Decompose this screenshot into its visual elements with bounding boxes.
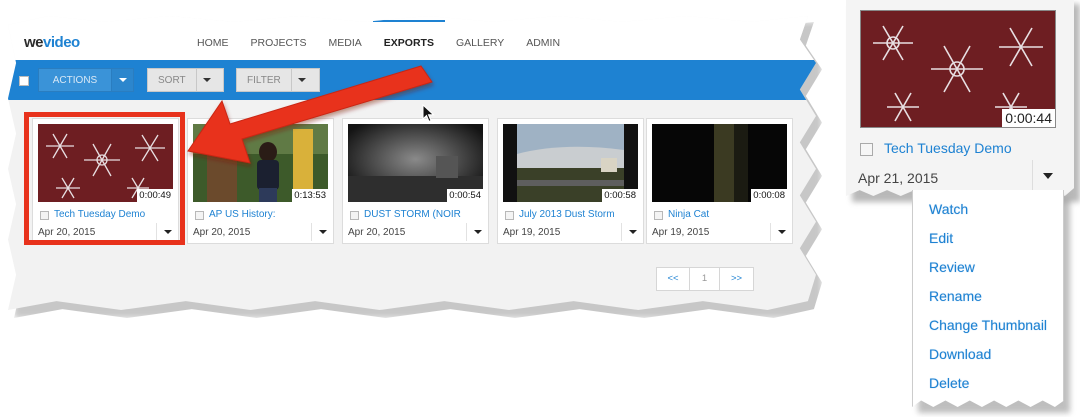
video-date: Apr 19, 2015: [503, 227, 561, 238]
video-menu-caret-icon[interactable]: [311, 223, 333, 241]
video-title[interactable]: July 2013 Dust Storm: [519, 209, 615, 220]
sort-caret-icon[interactable]: [195, 69, 218, 91]
zoomed-video-card: 0:00:44 Tech Tuesday Demo Apr 21, 2015: [846, 0, 1074, 196]
menu-item-review[interactable]: Review: [929, 258, 1047, 287]
video-menu-caret-icon[interactable]: [466, 223, 488, 241]
zoomed-video-title[interactable]: Tech Tuesday Demo: [884, 140, 1012, 156]
video-duration: 0:00:08: [751, 189, 787, 202]
filter-caret-icon[interactable]: [290, 69, 313, 91]
video-thumbnail[interactable]: 0:13:53: [193, 124, 328, 202]
nav-media[interactable]: MEDIA: [318, 16, 373, 60]
wevideo-logo[interactable]: wevideo: [24, 34, 80, 51]
pagination-prev[interactable]: <<: [657, 268, 690, 290]
video-thumbnail[interactable]: 0:00:54: [348, 124, 483, 202]
mouse-pointer-icon: [422, 104, 435, 123]
pagination-next[interactable]: >>: [720, 268, 753, 290]
video-date: Apr 20, 2015: [193, 227, 251, 238]
nav-projects[interactable]: PROJECTS: [240, 16, 318, 60]
app-header: wevideo HOME PROJECTS MEDIA EXPORTS GALL…: [8, 16, 816, 60]
sort-label: SORT: [158, 74, 186, 86]
video-card: 0:00:54 DUST STORM (NOIR Apr 20, 2015: [342, 118, 489, 244]
zoomed-video-thumbnail[interactable]: 0:00:44: [860, 10, 1056, 128]
video-thumbnail[interactable]: 0:00:58: [503, 124, 638, 202]
menu-item-change-thumbnail[interactable]: Change Thumbnail: [929, 316, 1047, 345]
video-menu-caret-icon[interactable]: [770, 223, 792, 241]
video-duration: 0:13:53: [292, 189, 328, 202]
video-title[interactable]: Ninja Cat: [668, 209, 709, 220]
actions-label: ACTIONS: [52, 74, 98, 86]
filter-button[interactable]: FILTER: [236, 68, 320, 92]
video-checkbox[interactable]: [195, 211, 204, 220]
nav-admin[interactable]: ADMIN: [515, 16, 571, 60]
video-title[interactable]: DUST STORM (NOIR: [364, 209, 461, 220]
main-nav: HOME PROJECTS MEDIA EXPORTS GALLERY ADMI…: [186, 16, 571, 60]
video-checkbox[interactable]: [505, 211, 514, 220]
video-title[interactable]: AP US History:: [209, 209, 276, 220]
sort-button[interactable]: SORT: [147, 68, 224, 92]
video-options-dropdown: Watch Edit Review Rename Change Thumbnai…: [912, 190, 1064, 407]
nav-home[interactable]: HOME: [186, 16, 240, 60]
filter-label: FILTER: [247, 74, 281, 86]
video-card: 0:00:58 July 2013 Dust Storm Apr 19, 201…: [497, 118, 644, 244]
video-thumbnail[interactable]: 0:00:08: [652, 124, 787, 202]
actions-button[interactable]: ACTIONS: [38, 68, 134, 92]
zoomed-menu-caret-icon[interactable]: [1032, 160, 1062, 192]
video-date: Apr 19, 2015: [652, 227, 710, 238]
video-checkbox[interactable]: [350, 211, 359, 220]
logo-part-video: video: [43, 34, 80, 51]
zoomed-video-date: Apr 21, 2015: [858, 170, 939, 186]
actions-caret-icon[interactable]: [111, 69, 133, 91]
pagination-current-page[interactable]: 1: [690, 268, 720, 290]
menu-item-edit[interactable]: Edit: [929, 229, 1047, 258]
video-menu-caret-icon[interactable]: [621, 223, 643, 241]
menu-item-download[interactable]: Download: [929, 345, 1047, 374]
nav-gallery[interactable]: GALLERY: [445, 16, 515, 60]
video-card: 0:00:08 Ninja Cat Apr 19, 2015: [646, 118, 793, 244]
nav-exports[interactable]: EXPORTS: [372, 16, 446, 60]
video-card: 0:13:53 AP US History: Apr 20, 2015: [187, 118, 334, 244]
menu-item-watch[interactable]: Watch: [929, 200, 1047, 229]
zoomed-video-checkbox[interactable]: [860, 143, 873, 156]
logo-part-we: we: [24, 34, 44, 51]
exports-toolbar: ACTIONS SORT FILTER: [8, 60, 816, 100]
video-checkbox[interactable]: [654, 211, 663, 220]
video-duration: 0:00:54: [447, 189, 483, 202]
menu-item-delete[interactable]: Delete: [929, 374, 1047, 403]
zoomed-video-duration: 0:00:44: [1002, 109, 1055, 127]
video-date: Apr 20, 2015: [348, 227, 406, 238]
select-all-checkbox[interactable]: [19, 76, 29, 86]
video-duration: 0:00:58: [602, 189, 638, 202]
highlight-box: [24, 112, 185, 245]
menu-item-rename[interactable]: Rename: [929, 287, 1047, 316]
pagination: << 1 >>: [656, 267, 754, 291]
